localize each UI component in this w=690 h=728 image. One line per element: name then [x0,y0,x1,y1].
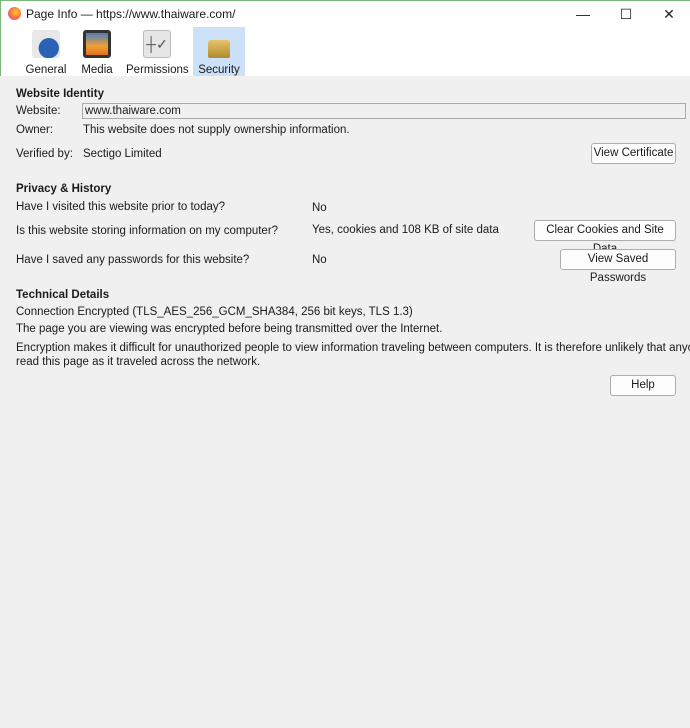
encryption-explanation-cont: read this page as it traveled across the… [16,356,261,368]
connection-text: Connection Encrypted (TLS_AES_256_GCM_SH… [16,306,413,318]
view-saved-passwords-button[interactable]: View Saved Passwords [560,249,676,284]
storing-answer: Yes, cookies and 108 KB of site data [312,224,499,236]
tab-label: Permissions [126,64,189,76]
permissions-icon: ┼✓ [143,30,171,58]
window-title: Page Info — https://www.thaiware.com/ [26,7,236,21]
privacy-heading: Privacy & History [16,183,112,195]
passwords-answer: No [312,254,327,266]
firefox-icon [8,7,21,20]
verified-value: Sectigo Limited [83,148,162,160]
passwords-question: Have I saved any passwords for this webs… [16,254,250,266]
clear-cookies-button[interactable]: Clear Cookies and Site Data [534,220,676,255]
info-icon [32,30,60,58]
media-icon [83,30,111,58]
minimize-button[interactable]: — [568,4,598,24]
verified-label: Verified by: [16,148,73,160]
owner-label: Owner: [16,124,54,136]
tab-general[interactable]: General [24,27,68,76]
view-certificate-button[interactable]: View Certificate [591,143,676,164]
tab-media[interactable]: Media [77,27,117,76]
website-label: Website: [16,105,61,117]
website-field[interactable]: www.thaiware.com [82,103,686,119]
close-button[interactable]: ✕ [654,4,684,24]
owner-value: This website does not supply ownership i… [83,124,350,136]
tab-label: Security [198,64,240,76]
tab-permissions[interactable]: ┼✓ Permissions [126,27,189,76]
visited-answer: No [312,202,327,214]
encryption-explanation: Encryption makes it difficult for unauth… [16,342,690,354]
help-button[interactable]: Help [610,375,676,396]
visited-question: Have I visited this website prior to tod… [16,201,226,213]
encrypted-text: The page you are viewing was encrypted b… [16,323,443,335]
tab-security[interactable]: Security [193,27,245,76]
tab-label: General [25,64,67,76]
maximize-button[interactable]: ☐ [611,4,641,24]
storing-question: Is this website storing information on m… [16,225,279,237]
technical-heading: Technical Details [16,289,110,301]
lock-icon [208,40,230,58]
website-identity-heading: Website Identity [16,88,104,100]
tab-label: Media [81,64,113,76]
